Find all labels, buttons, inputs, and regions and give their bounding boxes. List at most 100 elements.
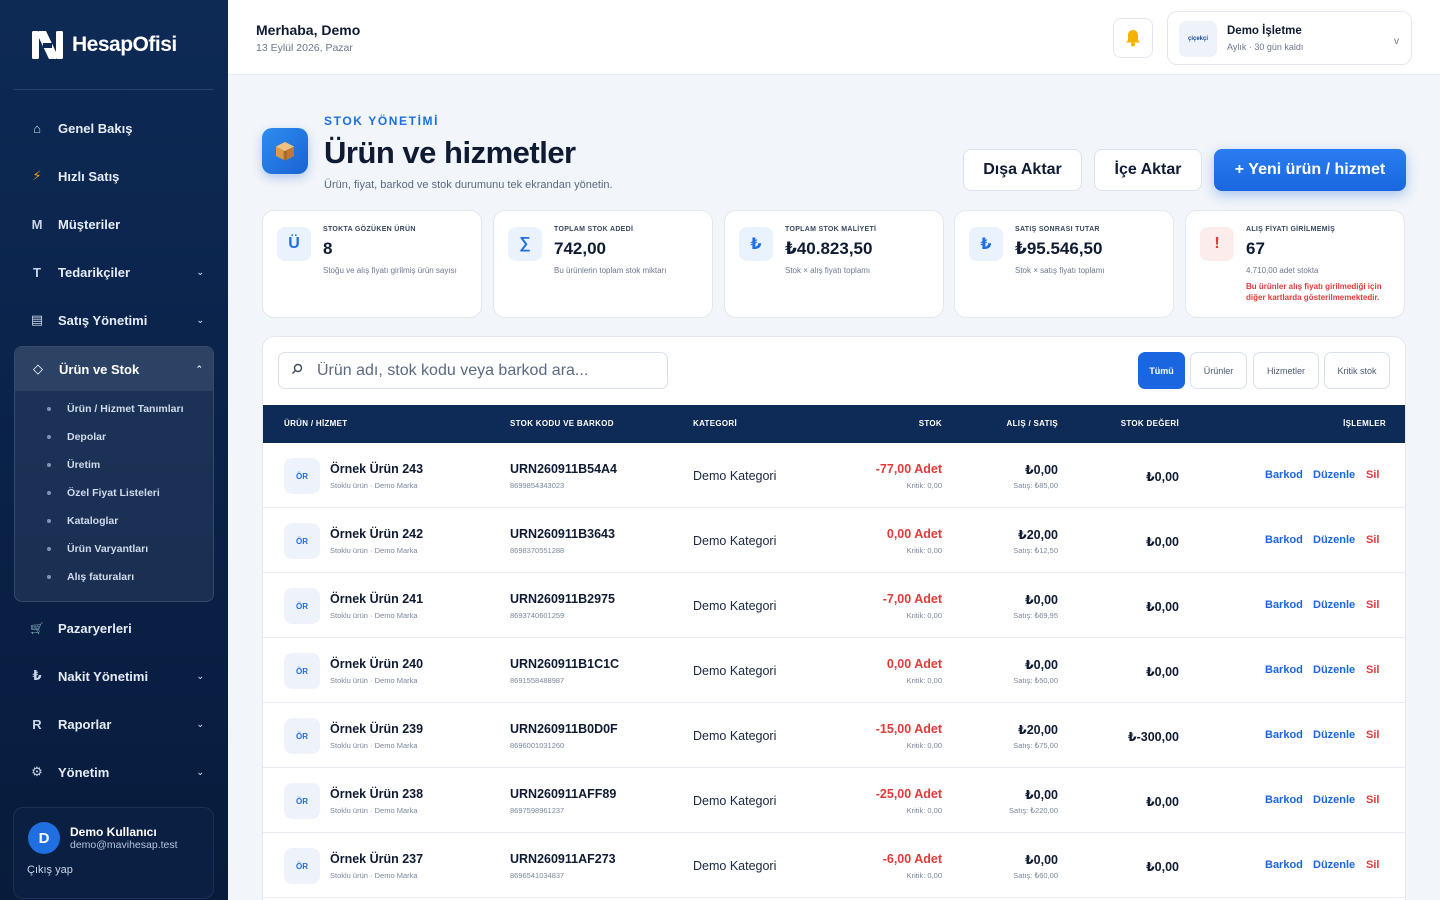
edit-button[interactable]: Düzenle xyxy=(1313,599,1355,611)
sidebar-nav: ⌂ Genel Bakış ⚡ Hızlı Satış M Müşteriler… xyxy=(14,104,214,796)
stat-label: ALIŞ FİYATI GİRİLMEMİŞ xyxy=(1246,226,1336,233)
column-stock[interactable]: STOK xyxy=(919,419,942,428)
export-button[interactable]: Dışa Aktar xyxy=(963,149,1082,191)
sidebar-subitem-kataloglar[interactable]: Kataloglar xyxy=(15,507,213,535)
column-actions: İŞLEMLER xyxy=(1343,419,1386,428)
barcode-number: 8691558488987 xyxy=(510,676,565,685)
table-row[interactable]: ÖR Örnek Ürün 239 Stoklu ürün · Demo Marka… xyxy=(263,703,1405,768)
table-row[interactable]: ÖR Örnek Ürün 240 Stoklu ürün · Demo Marka… xyxy=(263,638,1405,703)
sale-price: Satış: ₺220,00 xyxy=(1009,806,1058,815)
column-category[interactable]: KATEGORİ xyxy=(693,419,737,428)
product-badge: ÖR xyxy=(284,783,320,819)
table-row[interactable]: ÖR Örnek Ürün 241 Stoklu ürün · Demo Marka… xyxy=(263,573,1405,638)
notifications-button[interactable] xyxy=(1113,18,1153,58)
table-row[interactable]: ÖR Örnek Ürün 237 Stoklu ürün · Demo Marka… xyxy=(263,833,1405,898)
business-logo: çiçekçi xyxy=(1179,21,1217,57)
column-product[interactable]: ÜRÜN / HİZMET xyxy=(284,419,347,428)
delete-button[interactable]: Sil xyxy=(1366,469,1379,481)
stat-label: TOPLAM STOK ADEDİ xyxy=(554,226,634,233)
stock-value: ₺0,00 xyxy=(1145,860,1179,874)
product-name[interactable]: Örnek Ürün 240 xyxy=(330,657,423,671)
sidebar-item-pazaryerleri[interactable]: 🛒 Pazaryerleri xyxy=(14,604,214,652)
letter-u-icon: Ü xyxy=(277,227,311,261)
product-name[interactable]: Örnek Ürün 243 xyxy=(330,462,423,476)
barcode-number: 8696541034837 xyxy=(510,871,565,880)
delete-button[interactable]: Sil xyxy=(1366,534,1379,546)
table-row[interactable]: ÖR Örnek Ürün 242 Stoklu ürün · Demo Marka… xyxy=(263,508,1405,573)
column-stock-value[interactable]: STOK DEĞERİ xyxy=(1121,419,1179,428)
filter-products[interactable]: Ürünler xyxy=(1190,352,1247,389)
sidebar-item-tedarikciler[interactable]: T Tedarikçiler ⌄ xyxy=(14,248,214,296)
table-row[interactable]: ÖR Örnek Ürün 238 Stoklu ürün · Demo Marka… xyxy=(263,768,1405,833)
bullet-icon xyxy=(47,547,51,551)
sidebar-item-raporlar[interactable]: R Raporlar ⌄ xyxy=(14,700,214,748)
sidebar-subitem-uretim[interactable]: Üretim xyxy=(15,451,213,479)
category: Demo Kategori xyxy=(693,664,777,678)
column-code[interactable]: STOK KODU VE BARKOD xyxy=(510,419,614,428)
sidebar-subitem-ozel-fiyat-listeleri[interactable]: Özel Fiyat Listeleri xyxy=(15,479,213,507)
greeting: Merhaba, Demo xyxy=(256,22,361,38)
barcode-button[interactable]: Barkod xyxy=(1265,469,1303,481)
sidebar-subitem-label: Alış faturaları xyxy=(67,571,135,583)
app-logo[interactable]: HesapOfisi xyxy=(30,28,177,62)
barcode-button[interactable]: Barkod xyxy=(1265,794,1303,806)
delete-button[interactable]: Sil xyxy=(1366,729,1379,741)
sidebar-subitem-depolar[interactable]: Depolar xyxy=(15,423,213,451)
product-name[interactable]: Örnek Ürün 238 xyxy=(330,787,423,801)
product-meta: Stoklu ürün · Demo Marka xyxy=(330,676,418,685)
barcode-button[interactable]: Barkod xyxy=(1265,729,1303,741)
sidebar-item-nakit-yonetimi[interactable]: ₺ Nakit Yönetimi ⌄ xyxy=(14,652,214,700)
filter-critical-stock[interactable]: Kritik stok xyxy=(1324,352,1390,389)
table-header: ÜRÜN / HİZMET STOK KODU VE BARKOD KATEGO… xyxy=(263,405,1405,443)
product-name[interactable]: Örnek Ürün 242 xyxy=(330,527,423,541)
product-meta: Stoklu ürün · Demo Marka xyxy=(330,481,418,490)
sidebar-item-urun-ve-stok[interactable]: ◇ Ürün ve Stok ⌃ xyxy=(15,347,213,391)
sidebar-item-yonetim[interactable]: ⚙ Yönetim ⌄ xyxy=(14,748,214,796)
sidebar: HesapOfisi ⌂ Genel Bakış ⚡ Hızlı Satış M… xyxy=(0,0,228,900)
sidebar-item-hizli-satis[interactable]: ⚡ Hızlı Satış xyxy=(14,152,214,200)
search-input[interactable] xyxy=(317,361,647,380)
column-price[interactable]: ALIŞ / SATIŞ xyxy=(1007,419,1058,428)
search-box xyxy=(278,352,668,389)
product-name[interactable]: Örnek Ürün 239 xyxy=(330,722,423,736)
sidebar-subitem-urun-varyantlari[interactable]: Ürün Varyantları xyxy=(15,535,213,563)
stock-code: URN260911B54A4 xyxy=(510,462,618,476)
sidebar-item-label: Ürün ve Stok xyxy=(59,361,140,377)
filter-all[interactable]: Tümü xyxy=(1138,352,1185,389)
user-email: demo@mavihesap.test xyxy=(70,839,178,851)
barcode-button[interactable]: Barkod xyxy=(1265,664,1303,676)
delete-button[interactable]: Sil xyxy=(1366,859,1379,871)
delete-button[interactable]: Sil xyxy=(1366,794,1379,806)
business-switcher[interactable]: çiçekçi Demo İşletme Aylık · 30 gün kald… xyxy=(1167,11,1412,65)
edit-button[interactable]: Düzenle xyxy=(1313,729,1355,741)
sidebar-item-musteriler[interactable]: M Müşteriler xyxy=(14,200,214,248)
sidebar-subitem-alis-faturalari[interactable]: Alış faturaları xyxy=(15,563,213,591)
sidebar-item-satis-yonetimi[interactable]: ▤ Satış Yönetimi ⌄ xyxy=(14,296,214,344)
edit-button[interactable]: Düzenle xyxy=(1313,534,1355,546)
stat-subtext: Stok × alış fiyatı toplamı xyxy=(785,266,871,275)
barcode-button[interactable]: Barkod xyxy=(1265,534,1303,546)
sidebar-subitem-urun-hizmet-tanimlari[interactable]: Ürün / Hizmet Tanımları xyxy=(15,395,213,423)
sidebar-item-genel-bakis[interactable]: ⌂ Genel Bakış xyxy=(14,104,214,152)
avatar[interactable]: D xyxy=(28,822,60,854)
filter-services[interactable]: Hizmetler xyxy=(1253,352,1319,389)
stock-value: ₺-300,00 xyxy=(1127,730,1179,744)
product-badge: ÖR xyxy=(284,588,320,624)
barcode-button[interactable]: Barkod xyxy=(1265,859,1303,871)
delete-button[interactable]: Sil xyxy=(1366,664,1379,676)
delete-button[interactable]: Sil xyxy=(1366,599,1379,611)
table-row[interactable]: ÖR Örnek Ürün 243 Stoklu ürün · Demo Marka… xyxy=(263,443,1405,508)
product-name[interactable]: Örnek Ürün 237 xyxy=(330,852,423,866)
product-name[interactable]: Örnek Ürün 241 xyxy=(330,592,423,606)
edit-button[interactable]: Düzenle xyxy=(1313,469,1355,481)
sidebar-item-label: Hızlı Satış xyxy=(58,168,120,184)
import-button[interactable]: İçe Aktar xyxy=(1094,149,1202,191)
chevron-down-icon: ⌄ xyxy=(196,766,204,777)
barcode-button[interactable]: Barkod xyxy=(1265,599,1303,611)
edit-button[interactable]: Düzenle xyxy=(1313,664,1355,676)
edit-button[interactable]: Düzenle xyxy=(1313,859,1355,871)
new-product-button[interactable]: + Yeni ürün / hizmet xyxy=(1214,149,1406,191)
logout-link[interactable]: Çıkış yap xyxy=(27,864,73,876)
edit-button[interactable]: Düzenle xyxy=(1313,794,1355,806)
stat-label: TOPLAM STOK MALİYETİ xyxy=(785,226,877,233)
